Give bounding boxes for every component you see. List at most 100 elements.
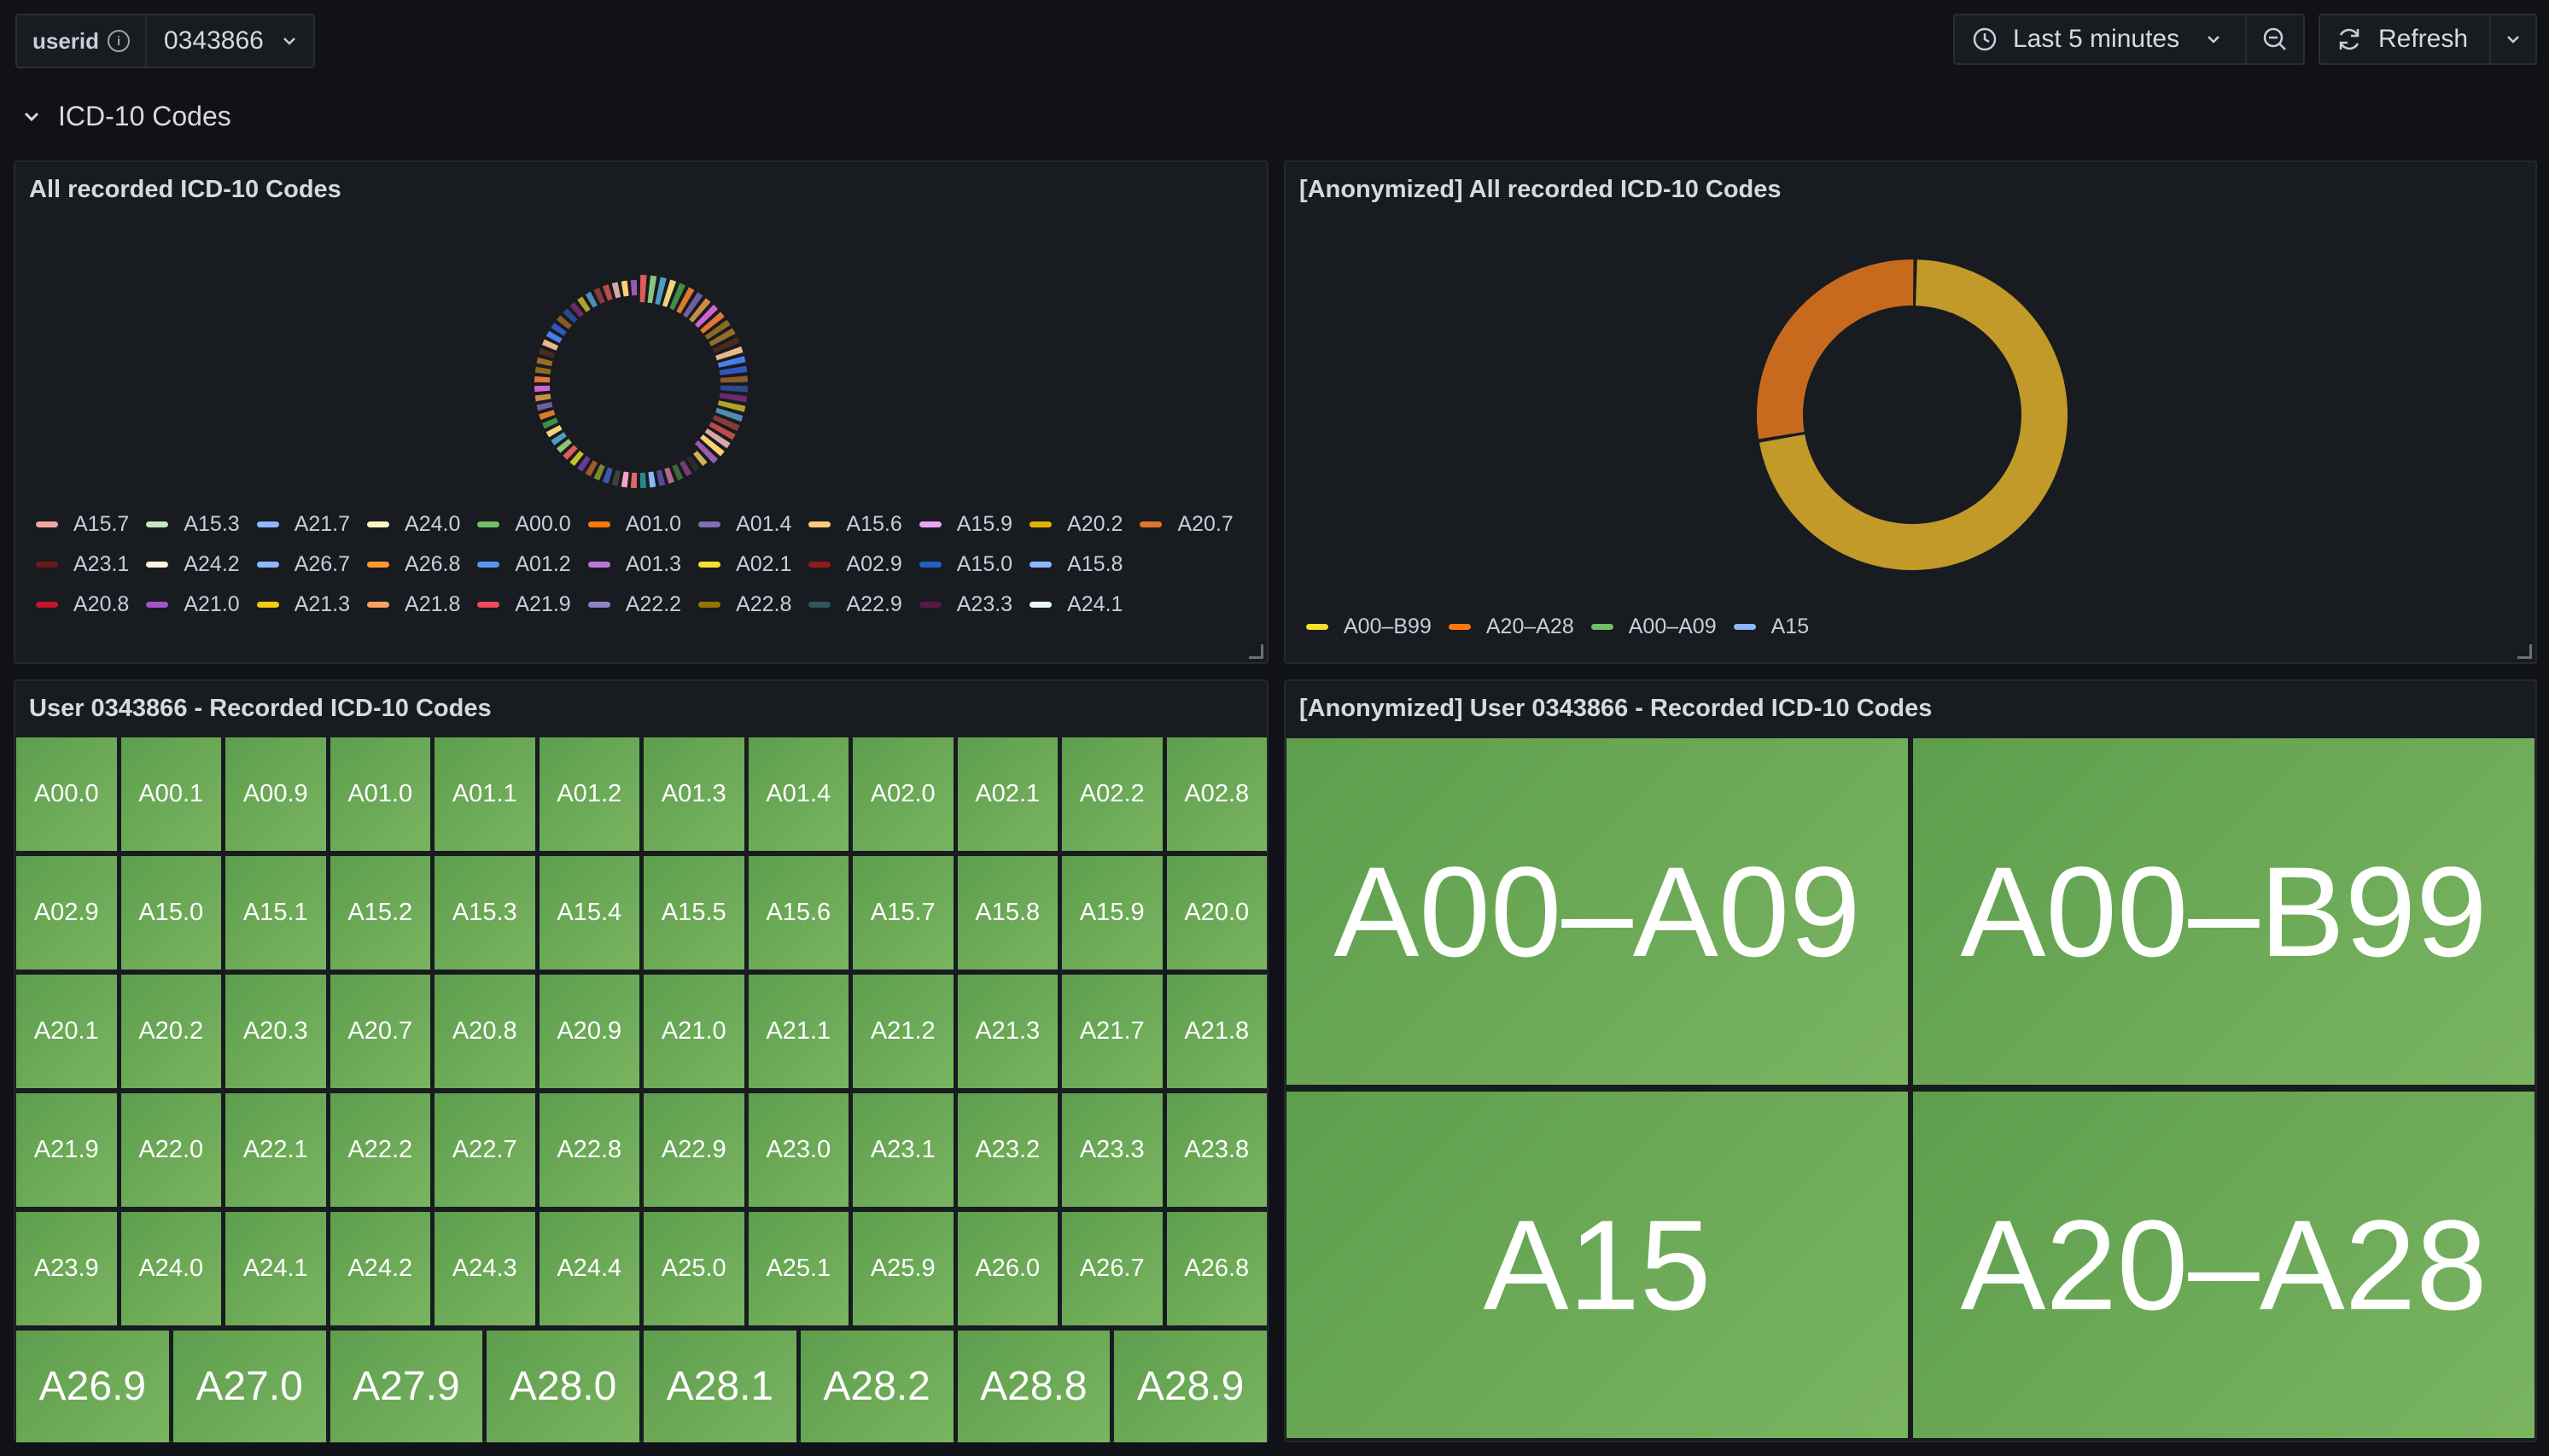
stat-tile[interactable]: A02.0 bbox=[853, 737, 954, 851]
stat-tile[interactable]: A01.4 bbox=[748, 737, 849, 851]
stat-tile[interactable]: A23.8 bbox=[1166, 1093, 1267, 1207]
pie-slice[interactable] bbox=[534, 366, 551, 375]
stat-tile[interactable]: A24.2 bbox=[330, 1212, 430, 1325]
stat-tile[interactable]: A22.0 bbox=[120, 1093, 221, 1207]
pie-slice[interactable] bbox=[611, 282, 621, 299]
stat-tile[interactable]: A22.8 bbox=[539, 1093, 639, 1207]
pie-slice[interactable] bbox=[534, 376, 551, 383]
legend-item[interactable]: A00.0 bbox=[477, 512, 571, 537]
legend-item[interactable]: A24.1 bbox=[1030, 592, 1123, 617]
stat-tile[interactable]: A23.1 bbox=[853, 1093, 954, 1207]
stat-tile[interactable]: A22.9 bbox=[644, 1093, 744, 1207]
stat-tile[interactable]: A15.2 bbox=[330, 856, 430, 970]
panel-anon-user-codes[interactable]: [Anonymized] User 0343866 - Recorded ICD… bbox=[1284, 679, 2537, 1442]
pie-slice[interactable] bbox=[630, 472, 638, 488]
stat-tile[interactable]: A28.8 bbox=[957, 1331, 1111, 1442]
legend-item[interactable]: A22.2 bbox=[587, 592, 681, 617]
pie-slice[interactable] bbox=[534, 385, 551, 393]
stat-tile[interactable]: A24.3 bbox=[435, 1212, 535, 1325]
stat-tile[interactable]: A20.0 bbox=[1166, 856, 1267, 970]
resize-handle[interactable] bbox=[1249, 644, 1263, 659]
pie-slice[interactable] bbox=[539, 410, 556, 421]
pie-slice[interactable] bbox=[719, 365, 748, 376]
stat-tile[interactable]: A28.0 bbox=[487, 1331, 639, 1442]
legend-item[interactable]: A24.0 bbox=[367, 512, 460, 537]
legend-item[interactable]: A23.3 bbox=[919, 592, 1012, 617]
zoom-out-button[interactable] bbox=[2245, 14, 2305, 65]
pie-slice[interactable] bbox=[647, 275, 657, 304]
pie-slice[interactable] bbox=[719, 393, 748, 403]
panel-anon-codes[interactable]: [Anonymized] All recorded ICD-10 Codes A… bbox=[1284, 160, 2537, 664]
stat-tile[interactable]: A20.2 bbox=[120, 975, 221, 1088]
stat-tile[interactable]: A27.9 bbox=[330, 1331, 483, 1442]
stat-tile[interactable]: A24.4 bbox=[539, 1212, 639, 1325]
stat-tile[interactable]: A15.1 bbox=[225, 856, 326, 970]
legend-item[interactable]: A21.0 bbox=[146, 592, 240, 617]
stat-tile[interactable]: A25.9 bbox=[853, 1212, 954, 1325]
stat-tile[interactable]: A15.6 bbox=[748, 856, 849, 970]
stat-tile[interactable]: A21.0 bbox=[644, 975, 744, 1088]
pie-slice[interactable] bbox=[1757, 259, 1914, 440]
time-range-picker[interactable]: Last 5 minutes bbox=[1953, 14, 2247, 65]
stat-tile[interactable]: A22.1 bbox=[225, 1093, 326, 1207]
legend-item[interactable]: A01.0 bbox=[587, 512, 681, 537]
stat-tile[interactable]: A20.7 bbox=[330, 975, 430, 1088]
legend-item[interactable]: A22.9 bbox=[808, 592, 902, 617]
pie-slice[interactable] bbox=[639, 275, 647, 303]
donut-chart-anon-codes[interactable] bbox=[1750, 253, 2074, 577]
refresh-interval-dropdown[interactable] bbox=[2489, 14, 2537, 65]
stat-tile[interactable]: A02.9 bbox=[16, 856, 117, 970]
stat-tile[interactable]: A26.9 bbox=[16, 1331, 169, 1442]
refresh-button[interactable]: Refresh bbox=[2319, 14, 2491, 65]
row-header[interactable]: ICD-10 Codes bbox=[24, 101, 231, 132]
stat-tile[interactable]: A15.8 bbox=[957, 856, 1058, 970]
stat-tile[interactable]: A20.1 bbox=[16, 975, 117, 1088]
stat-tile[interactable]: A26.0 bbox=[957, 1212, 1058, 1325]
legend-item[interactable]: A21.7 bbox=[256, 512, 350, 537]
legend-item[interactable]: A21.8 bbox=[367, 592, 460, 617]
legend-item[interactable]: A20.7 bbox=[1140, 512, 1234, 537]
pie-slice[interactable] bbox=[656, 469, 666, 486]
legend-item[interactable]: A26.8 bbox=[367, 552, 460, 577]
stat-tile[interactable]: A15.9 bbox=[1062, 856, 1163, 970]
stat-tile[interactable]: A00.0 bbox=[16, 737, 117, 851]
legend-item[interactable]: A01.2 bbox=[477, 552, 571, 577]
stat-tile[interactable]: A23.3 bbox=[1062, 1093, 1163, 1207]
stat-tile[interactable]: A25.0 bbox=[644, 1212, 744, 1325]
stat-tile[interactable]: A01.1 bbox=[435, 737, 535, 851]
stat-tile[interactable]: A22.7 bbox=[435, 1093, 535, 1207]
legend-item[interactable]: A21.9 bbox=[477, 592, 571, 617]
stat-tile[interactable]: A27.0 bbox=[172, 1331, 326, 1442]
legend-item[interactable]: A21.3 bbox=[256, 592, 350, 617]
stat-tile[interactable]: A23.0 bbox=[748, 1093, 849, 1207]
stat-tile[interactable]: A21.8 bbox=[1166, 975, 1267, 1088]
legend-item[interactable]: A15.0 bbox=[919, 552, 1012, 577]
stat-tile[interactable]: A02.2 bbox=[1062, 737, 1163, 851]
stat-tile[interactable]: A21.1 bbox=[748, 975, 849, 1088]
pie-slice[interactable] bbox=[639, 472, 647, 488]
legend-item[interactable]: A02.1 bbox=[698, 552, 791, 577]
info-icon[interactable]: i bbox=[108, 30, 131, 52]
legend-item[interactable]: A15 bbox=[1733, 614, 1809, 639]
stat-tile[interactable]: A26.7 bbox=[1062, 1212, 1163, 1325]
legend-item[interactable]: A02.9 bbox=[808, 552, 902, 577]
legend-item[interactable]: A15.3 bbox=[146, 512, 240, 537]
pie-slice[interactable] bbox=[602, 467, 613, 484]
stat-tile[interactable]: A01.3 bbox=[644, 737, 744, 851]
panel-all-codes[interactable]: All recorded ICD-10 Codes A15.7 A15.3 A21.… bbox=[14, 160, 1269, 664]
stat-tile[interactable]: A01.2 bbox=[539, 737, 639, 851]
legend-item[interactable]: A20.8 bbox=[36, 592, 129, 617]
stat-tile[interactable]: A20.3 bbox=[225, 975, 326, 1088]
variable-select[interactable]: 0343866 bbox=[147, 15, 313, 67]
stat-tile[interactable]: A01.0 bbox=[330, 737, 430, 851]
stat-tile[interactable]: A24.1 bbox=[225, 1212, 326, 1325]
legend-item[interactable]: A22.8 bbox=[698, 592, 791, 617]
stat-tile[interactable]: A02.1 bbox=[957, 737, 1058, 851]
legend-item[interactable]: A23.1 bbox=[36, 552, 129, 577]
pie-slice[interactable] bbox=[536, 401, 553, 411]
pie-slice[interactable] bbox=[720, 385, 748, 393]
legend-item[interactable]: A24.2 bbox=[146, 552, 240, 577]
pie-slice[interactable] bbox=[664, 467, 675, 484]
stat-tile[interactable]: A28.1 bbox=[644, 1331, 796, 1442]
stat-tile[interactable]: A21.3 bbox=[957, 975, 1058, 1088]
